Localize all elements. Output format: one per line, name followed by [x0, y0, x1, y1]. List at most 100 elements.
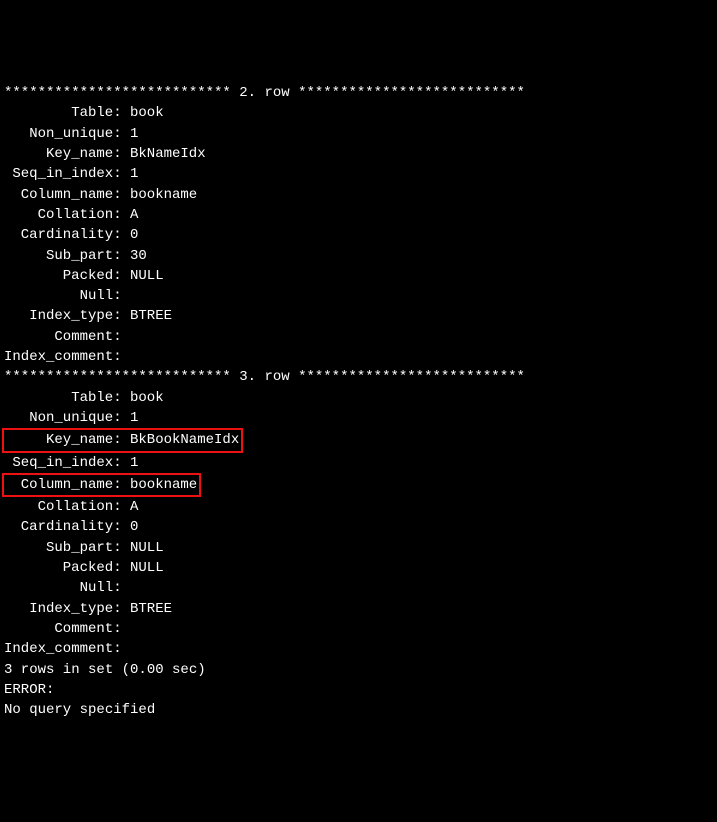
field-line: Index_comment: — [4, 639, 717, 659]
field-separator: : — [113, 430, 130, 450]
field-line: Key_name: BkBookNameIdx — [4, 428, 717, 452]
field-separator: : — [113, 306, 130, 326]
row-separator-stars: *************************** — [298, 369, 525, 385]
field-line: Non_unique: 1 — [4, 124, 717, 144]
field-line: Cardinality: 0 — [4, 517, 717, 537]
field-line: Packed: NULL — [4, 266, 717, 286]
field-separator: : — [113, 164, 130, 184]
highlight-box: Column_name: bookname — [2, 473, 201, 497]
field-line: Sub_part: 30 — [4, 246, 717, 266]
field-value: 1 — [130, 408, 138, 428]
row-header-label: 2. row — [231, 85, 298, 101]
footer-text: No query specified — [4, 702, 155, 718]
footer-line: No query specified — [4, 700, 717, 720]
field-separator: : — [113, 185, 130, 205]
field-separator: : — [113, 103, 130, 123]
field-label: Non_unique — [4, 408, 113, 428]
row-header: *************************** 2. row *****… — [4, 83, 717, 103]
field-line: Key_name: BkNameIdx — [4, 144, 717, 164]
field-value: 1 — [130, 453, 138, 473]
field-line: Collation: A — [4, 497, 717, 517]
field-value: A — [130, 205, 138, 225]
field-value: A — [130, 497, 138, 517]
field-value: BkBookNameIdx — [130, 430, 239, 450]
field-label: Collation — [4, 497, 113, 517]
field-separator: : — [113, 497, 130, 517]
field-separator: : — [113, 578, 130, 598]
field-separator: : — [113, 266, 130, 286]
field-separator: : — [113, 619, 130, 639]
field-label: Packed — [4, 558, 113, 578]
field-separator: : — [113, 124, 130, 144]
field-separator: : — [113, 205, 130, 225]
field-value: 1 — [130, 164, 138, 184]
field-separator: : — [113, 225, 130, 245]
field-label: Sub_part — [4, 538, 113, 558]
field-line: Sub_part: NULL — [4, 538, 717, 558]
field-label: Index_comment — [4, 347, 113, 367]
field-separator: : — [113, 517, 130, 537]
field-line: Null: — [4, 286, 717, 306]
field-value: NULL — [130, 266, 164, 286]
field-label: Sub_part — [4, 246, 113, 266]
field-label: Index_type — [4, 599, 113, 619]
field-label: Non_unique — [4, 124, 113, 144]
field-separator: : — [113, 388, 130, 408]
field-label: Null — [4, 578, 113, 598]
field-value: 30 — [130, 246, 147, 266]
field-label: Table — [4, 103, 113, 123]
field-value: bookname — [130, 475, 197, 495]
field-label: Comment — [4, 619, 113, 639]
field-value: 0 — [130, 225, 138, 245]
row-header-label: 3. row — [231, 369, 298, 385]
field-value: BTREE — [130, 599, 172, 619]
field-separator: : — [113, 286, 130, 306]
field-line: Non_unique: 1 — [4, 408, 717, 428]
field-separator: : — [113, 144, 130, 164]
field-label: Table — [4, 388, 113, 408]
field-separator: : — [113, 347, 130, 367]
field-separator: : — [113, 475, 130, 495]
field-label: Index_type — [4, 306, 113, 326]
field-line: Comment: — [4, 327, 717, 347]
field-line: Comment: — [4, 619, 717, 639]
field-value: BkNameIdx — [130, 144, 206, 164]
field-label: Packed — [4, 266, 113, 286]
highlight-box: Key_name: BkBookNameIdx — [2, 428, 243, 452]
field-line: Packed: NULL — [4, 558, 717, 578]
row-separator-stars: *************************** — [4, 85, 231, 101]
field-value: book — [130, 103, 164, 123]
field-label: Seq_in_index — [4, 453, 113, 473]
field-line: Cardinality: 0 — [4, 225, 717, 245]
field-line: Index_type: BTREE — [4, 306, 717, 326]
field-separator: : — [113, 408, 130, 428]
footer-line: ERROR: — [4, 680, 717, 700]
field-label: Cardinality — [4, 225, 113, 245]
field-value: BTREE — [130, 306, 172, 326]
field-line: Null: — [4, 578, 717, 598]
field-value: 1 — [130, 124, 138, 144]
footer-line: 3 rows in set (0.00 sec) — [4, 660, 717, 680]
field-separator: : — [113, 538, 130, 558]
field-value: book — [130, 388, 164, 408]
field-line: Index_comment: — [4, 347, 717, 367]
field-label: Column_name — [4, 185, 113, 205]
field-label: Collation — [4, 205, 113, 225]
field-value: NULL — [130, 538, 164, 558]
field-separator: : — [113, 327, 130, 347]
field-line: Table: book — [4, 103, 717, 123]
field-value: bookname — [130, 185, 197, 205]
field-separator: : — [113, 453, 130, 473]
footer-text: 3 rows in set (0.00 sec) — [4, 662, 206, 678]
field-label: Null — [4, 286, 113, 306]
field-separator: : — [113, 558, 130, 578]
field-label: Column_name — [4, 475, 113, 495]
row-separator-stars: *************************** — [298, 85, 525, 101]
row-separator-stars: *************************** — [4, 369, 231, 385]
field-line: Index_type: BTREE — [4, 599, 717, 619]
field-line: Seq_in_index: 1 — [4, 164, 717, 184]
field-separator: : — [113, 246, 130, 266]
field-line: Collation: A — [4, 205, 717, 225]
field-line: Seq_in_index: 1 — [4, 453, 717, 473]
field-line: Column_name: bookname — [4, 185, 717, 205]
